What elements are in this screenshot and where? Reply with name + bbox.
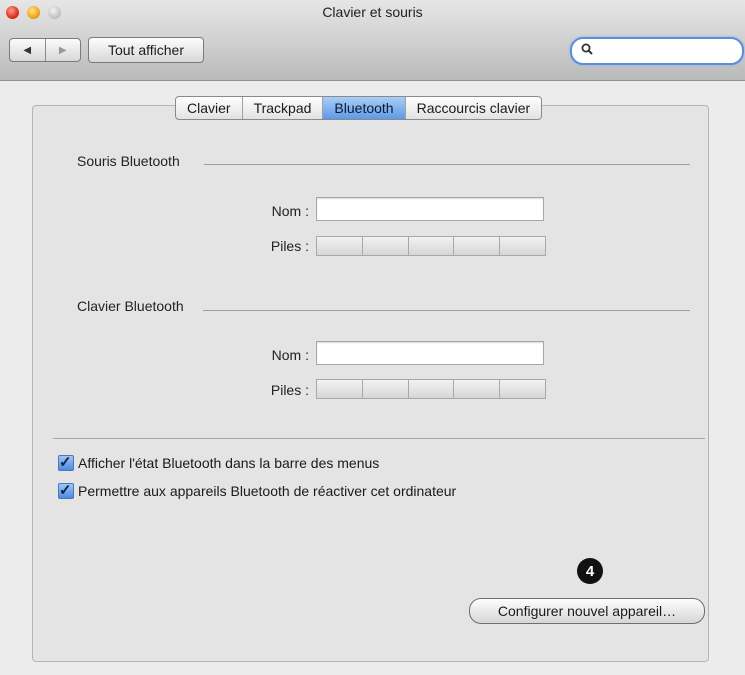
mouse-section-title: Souris Bluetooth <box>77 153 180 169</box>
keyboard-section-title: Clavier Bluetooth <box>77 298 184 314</box>
mouse-name-field[interactable] <box>316 197 544 221</box>
search-input[interactable] <box>570 37 744 65</box>
battery-segment <box>453 380 500 398</box>
keyboard-battery-label: Piles : <box>270 382 309 398</box>
tab-bluetooth[interactable]: Bluetooth <box>322 97 405 119</box>
back-forward-control: ◀ ▶ <box>9 38 81 62</box>
keyboard-battery-indicator <box>316 379 546 399</box>
show-bluetooth-status-checkbox[interactable]: ✓ <box>58 454 74 471</box>
checkmark-icon: ✓ <box>59 482 72 499</box>
search-icon <box>581 43 593 55</box>
mouse-battery-indicator <box>316 236 546 256</box>
mouse-name-label: Nom : <box>271 203 309 219</box>
callout-badge: 4 <box>577 558 603 584</box>
tab-trackpad[interactable]: Trackpad <box>241 97 323 119</box>
battery-segment <box>499 380 545 398</box>
tab-bar: Clavier Trackpad Bluetooth Raccourcis cl… <box>175 96 543 120</box>
battery-segment <box>361 380 408 398</box>
allow-wake-option[interactable]: ✓ Permettre aux appareils Bluetooth de r… <box>58 482 457 499</box>
mouse-battery-label: Piles : <box>270 238 309 254</box>
keyboard-section-divider <box>203 310 690 311</box>
battery-segment <box>407 380 454 398</box>
setup-new-device-button[interactable]: Configurer nouvel appareil… <box>469 598 705 624</box>
keyboard-name-field[interactable] <box>316 341 544 365</box>
mouse-section-divider <box>204 164 690 165</box>
back-button[interactable]: ◀ <box>10 39 45 61</box>
keyboard-name-label: Nom : <box>271 347 309 363</box>
show-bluetooth-status-option[interactable]: ✓ Afficher l'état Bluetooth dans la barr… <box>58 454 380 471</box>
show-all-button[interactable]: Tout afficher <box>88 37 204 63</box>
window-title: Clavier et souris <box>322 4 423 20</box>
battery-segment <box>361 237 408 255</box>
battery-segment <box>453 237 500 255</box>
forward-button[interactable]: ▶ <box>44 39 81 61</box>
checkmark-icon: ✓ <box>59 454 72 471</box>
options-divider <box>53 438 705 439</box>
battery-segment <box>317 380 362 398</box>
battery-segment <box>317 237 362 255</box>
show-bluetooth-status-label: Afficher l'état Bluetooth dans la barre … <box>78 455 380 471</box>
preferences-window: Clavier et souris ◀ ▶ Tout afficher Clav… <box>0 0 745 675</box>
battery-segment <box>407 237 454 255</box>
chevron-right-icon: ▶ <box>58 44 67 56</box>
allow-wake-label: Permettre aux appareils Bluetooth de réa… <box>78 483 457 499</box>
title-bar: Clavier et souris ◀ ▶ Tout afficher <box>0 0 745 81</box>
tab-raccourcis-clavier[interactable]: Raccourcis clavier <box>404 97 542 119</box>
allow-wake-checkbox[interactable]: ✓ <box>58 482 74 499</box>
tab-clavier[interactable]: Clavier <box>176 97 242 119</box>
battery-segment <box>499 237 545 255</box>
chevron-left-icon: ◀ <box>23 44 32 56</box>
